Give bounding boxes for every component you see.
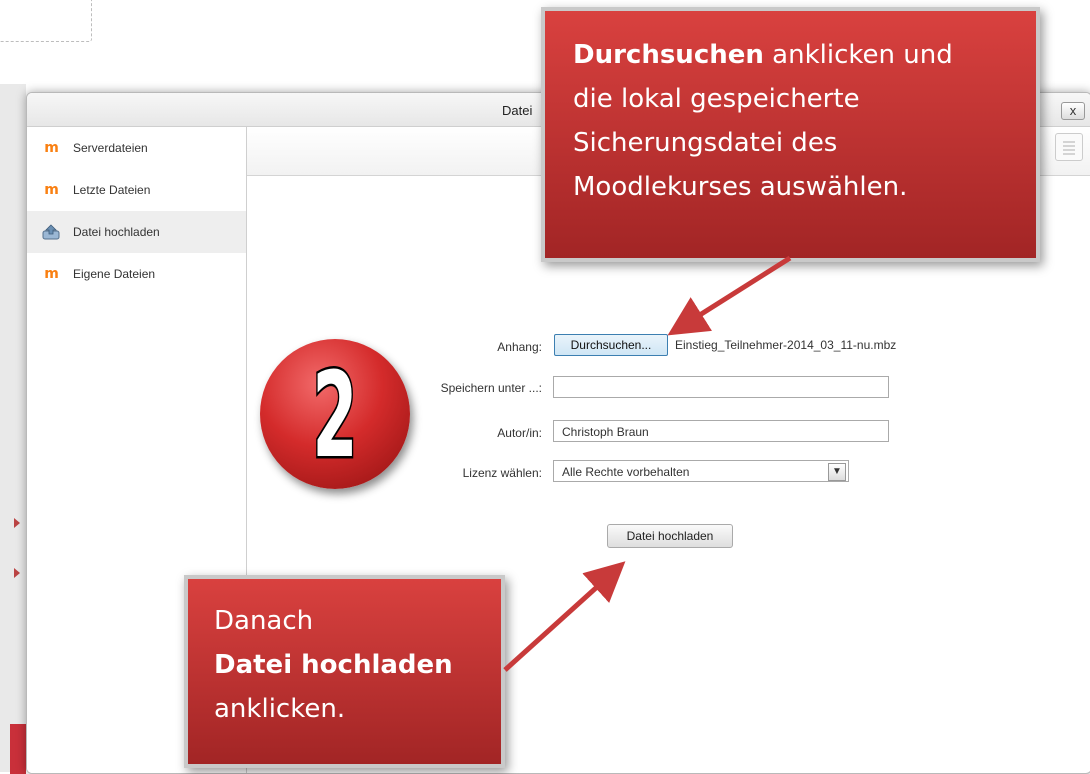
arrow-to-browse-button [667, 255, 792, 336]
callout-arrows [503, 255, 792, 672]
arrow-to-upload-button [503, 561, 626, 672]
